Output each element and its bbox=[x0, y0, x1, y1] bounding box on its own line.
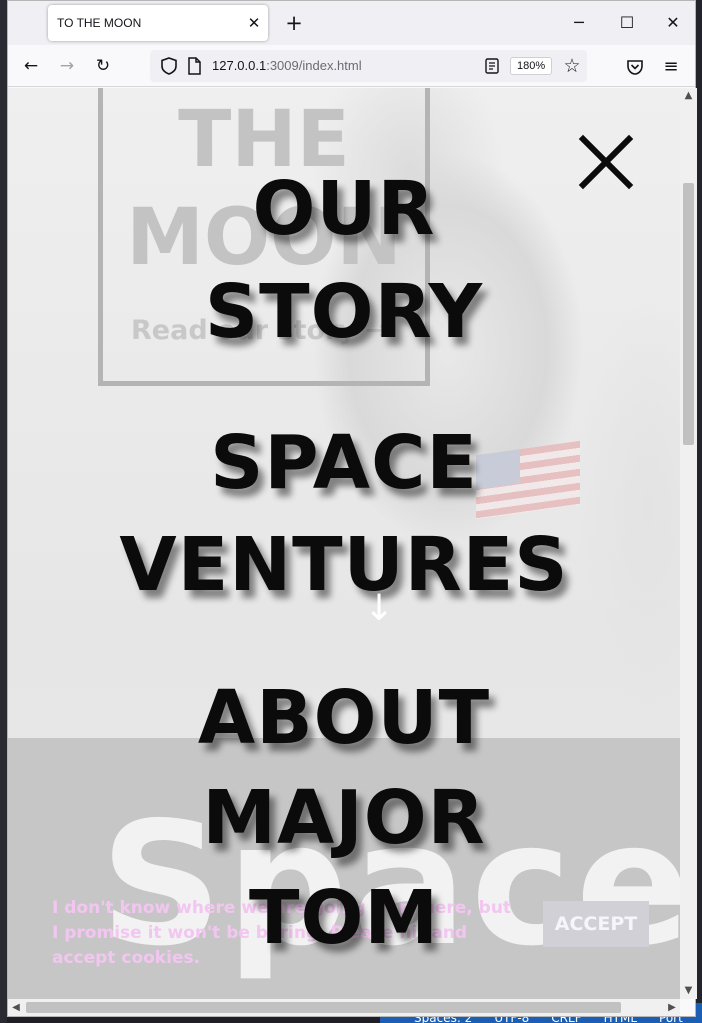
back-arrow-icon[interactable]: ← bbox=[16, 51, 46, 81]
tab-strip: TO THE MOON ✕ + ─ ☐ ✕ bbox=[8, 1, 695, 45]
zoom-level-button[interactable]: 180% bbox=[510, 57, 553, 75]
overlay-menu: OUR STORY SPACE VENTURES ↓ ABOUT MAJOR T… bbox=[8, 88, 680, 999]
address-bar[interactable]: 127.0.0.1:3009/index.html 180% ☆ bbox=[150, 50, 587, 82]
desktop-background-left bbox=[0, 0, 7, 1023]
scroll-left-arrow-icon[interactable]: ◀ bbox=[8, 999, 24, 1016]
page-viewport: THE MOON Read our story → Space I don't … bbox=[8, 88, 680, 999]
nav-link-about-major-tom[interactable]: ABOUT MAJOR TOM bbox=[8, 668, 680, 968]
browser-tab[interactable]: TO THE MOON ✕ bbox=[48, 5, 268, 41]
url-host: 127.0.0.1 bbox=[212, 58, 267, 73]
vertical-scrollbar[interactable]: ▲ ▼ bbox=[680, 88, 697, 999]
new-tab-button[interactable]: + bbox=[280, 9, 308, 37]
horizontal-scrollbar[interactable]: ◀ ▶ bbox=[8, 999, 680, 1016]
maximize-button[interactable]: ☐ bbox=[612, 9, 642, 37]
browser-window: TO THE MOON ✕ + ─ ☐ ✕ ← → ↻ 127.0.0.1:30… bbox=[7, 0, 697, 1017]
vertical-scroll-thumb[interactable] bbox=[683, 183, 694, 445]
tab-close-icon[interactable]: ✕ bbox=[240, 14, 268, 32]
bookmark-star-icon[interactable]: ☆ bbox=[560, 54, 584, 78]
reload-icon[interactable]: ↻ bbox=[88, 51, 118, 81]
scroll-down-arrow-icon[interactable]: ▼ bbox=[680, 983, 697, 999]
reader-view-icon[interactable] bbox=[482, 56, 502, 76]
page-icon[interactable] bbox=[184, 56, 204, 76]
forward-arrow-icon[interactable]: → bbox=[52, 51, 82, 81]
url-text[interactable]: 127.0.0.1:3009/index.html bbox=[212, 58, 362, 73]
nav-link-word: STORY bbox=[204, 269, 484, 355]
nav-link-word: VENTURES bbox=[119, 522, 569, 608]
pocket-icon[interactable] bbox=[622, 54, 648, 80]
close-menu-icon[interactable] bbox=[578, 134, 634, 190]
scroll-up-arrow-icon[interactable]: ▲ bbox=[680, 88, 697, 104]
navigation-toolbar: ← → ↻ 127.0.0.1:3009/index.html 180% ☆ ≡ bbox=[8, 45, 695, 87]
url-path: :3009/index.html bbox=[266, 58, 362, 73]
down-arrow-icon: ↓ bbox=[364, 588, 395, 629]
tab-title: TO THE MOON bbox=[57, 16, 142, 30]
hamburger-menu-icon[interactable]: ≡ bbox=[658, 54, 684, 80]
nav-link-space-ventures[interactable]: SPACE VENTURES bbox=[8, 412, 680, 616]
nav-link-word: SPACE bbox=[210, 420, 478, 506]
nav-link-word: ABOUT bbox=[197, 675, 491, 761]
nav-link-word: MAJOR bbox=[202, 775, 486, 861]
horizontal-scroll-thumb[interactable] bbox=[26, 1002, 621, 1013]
close-window-button[interactable]: ✕ bbox=[658, 9, 688, 37]
nav-link-word: TOM bbox=[248, 875, 440, 961]
scroll-right-arrow-icon[interactable]: ▶ bbox=[664, 999, 680, 1016]
minimize-button[interactable]: ─ bbox=[564, 9, 594, 37]
shield-icon[interactable] bbox=[158, 55, 180, 77]
